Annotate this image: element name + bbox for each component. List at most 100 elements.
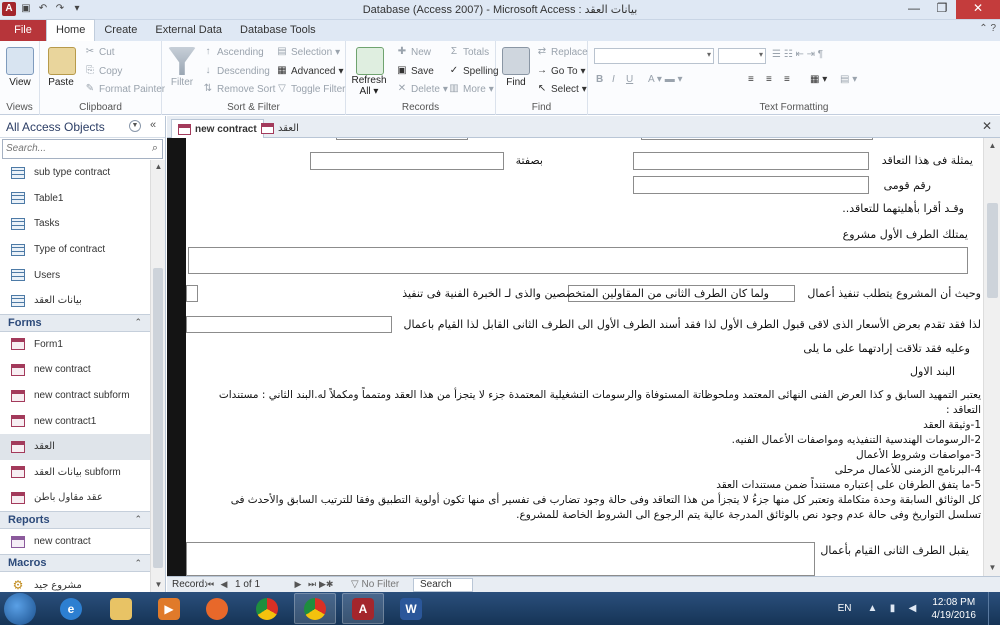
previous-record-icon[interactable]: ◀ [217, 579, 231, 590]
explorer-taskbar-button[interactable] [100, 593, 142, 624]
scroll-up-arrow-icon[interactable]: ▲ [151, 160, 166, 174]
advanced-button[interactable]: ▦ Advanced ▾ [276, 65, 343, 77]
chrome-taskbar-button[interactable] [246, 593, 288, 624]
descending-button[interactable]: ↓ Descending [202, 65, 270, 77]
bullets-icon[interactable]: ☰ ☷ ⇤ ⇥ ¶ [772, 49, 823, 60]
representative-field[interactable] [633, 152, 869, 170]
align-center-icon[interactable]: ≡ [766, 74, 772, 85]
form-scroll-thumb[interactable] [987, 203, 998, 298]
network-icon[interactable]: ▮ [886, 603, 900, 614]
no-filter-indicator[interactable]: ▽ No Filter [333, 579, 403, 590]
ie-taskbar-button[interactable]: e [50, 593, 92, 624]
font-size-dropdown[interactable]: ▾ [718, 48, 766, 64]
font-name-dropdown[interactable]: ▾ [594, 48, 714, 64]
nav-table-item[interactable]: sub type contract [0, 160, 150, 186]
nav-table-item[interactable]: Users [0, 262, 150, 288]
nav-table-item[interactable]: Type of contract [0, 237, 150, 263]
partial-field-box[interactable] [336, 138, 468, 140]
nav-section-forms[interactable]: Forms ⌃ [0, 313, 150, 332]
nav-scrollbar[interactable]: ▲ ▼ [150, 160, 165, 592]
show-desktop-button[interactable] [988, 592, 1000, 625]
find-button[interactable]: Find [496, 77, 536, 88]
nav-table-item[interactable]: بيانات العقد [0, 288, 150, 314]
new-record-button[interactable]: ✚ New [396, 46, 431, 58]
nav-section-macros[interactable]: Macros ⌃ [0, 554, 150, 573]
nav-collapse-icon[interactable]: « [150, 119, 156, 131]
nav-title[interactable]: All Access Objects [6, 120, 105, 134]
record-position[interactable]: 1 of 1 [231, 579, 291, 590]
new-record-icon[interactable]: ▶✱ [319, 579, 333, 590]
nav-form-item[interactable]: new contract [0, 357, 150, 383]
tab-file[interactable]: File [0, 20, 46, 41]
tab-home[interactable]: Home [46, 19, 96, 41]
more-button[interactable]: ▥ More ▾ [448, 83, 494, 95]
nav-form-item-selected[interactable]: العقد [0, 433, 150, 460]
partial-field-box[interactable] [641, 138, 873, 140]
chrome-running-taskbar-button[interactable] [294, 593, 336, 624]
scroll-down-arrow-icon[interactable]: ▼ [151, 578, 166, 592]
scroll-down-arrow-icon[interactable]: ▼ [984, 560, 1000, 576]
access-taskbar-button[interactable]: A [342, 593, 384, 624]
select-button[interactable]: ↖ Select ▾ [536, 83, 587, 95]
minimize-button[interactable]: — [900, 0, 928, 19]
background-color-icon[interactable]: ▤ ▾ [840, 74, 857, 85]
italic-icon[interactable]: I [612, 74, 615, 85]
nav-form-item[interactable]: عقد مقاول باطن [0, 485, 150, 511]
selection-button[interactable]: ▤ Selection ▾ [276, 46, 340, 58]
align-left-icon[interactable]: ≡ [748, 74, 754, 85]
assigned-works-field[interactable] [186, 316, 392, 333]
delete-record-button[interactable]: ✕ Delete ▾ [396, 83, 448, 95]
ribbon-minimize-help[interactable]: ⌃ ? [979, 23, 996, 34]
refresh-all-button[interactable]: Refresh All ▾ [346, 75, 392, 97]
word-taskbar-button[interactable]: W [390, 593, 432, 624]
save-record-button[interactable]: ▣ Save [396, 65, 434, 77]
close-button[interactable]: ✕ [956, 0, 1000, 19]
project-description-field[interactable] [188, 247, 968, 274]
filter-button[interactable]: Filter [162, 77, 202, 88]
maximize-button[interactable]: ❐ [928, 0, 956, 19]
nav-section-reports[interactable]: Reports ⌃ [0, 510, 150, 529]
align-right-icon[interactable]: ≡ [784, 74, 790, 85]
nav-menu-chevron-icon[interactable]: ▼ [129, 120, 141, 132]
clock[interactable]: 12:08 PM 4/19/2016 [932, 596, 977, 622]
cut-button[interactable]: ✂ Cut [84, 46, 115, 58]
nav-form-item[interactable]: new contract subform [0, 383, 150, 409]
record-selector[interactable] [167, 138, 186, 576]
form-vertical-scrollbar[interactable]: ▲ ▼ [983, 138, 1000, 576]
format-painter-button[interactable]: ✎ Format Painter [84, 83, 165, 95]
spelling-button[interactable]: ✓ Spelling [448, 65, 499, 77]
nav-form-item[interactable]: بيانات العقد subform [0, 460, 150, 486]
first-record-icon[interactable]: ⏮ [203, 579, 217, 590]
bold-icon[interactable]: B [596, 74, 603, 85]
nav-form-item[interactable]: new contract1 [0, 408, 150, 434]
copy-button[interactable]: ⎘ Copy [84, 65, 122, 77]
nav-macro-item[interactable]: ⚙ مشروع جيد [0, 572, 150, 592]
scroll-up-arrow-icon[interactable]: ▲ [984, 138, 1000, 154]
tab-create[interactable]: Create [95, 20, 146, 41]
toggle-filter-button[interactable]: ▽ Toggle Filter [276, 83, 345, 95]
nav-scroll-thumb[interactable] [153, 268, 163, 568]
remove-sort-button[interactable]: ⇅ Remove Sort [202, 83, 276, 95]
capacity-field[interactable] [310, 152, 504, 170]
volume-icon[interactable]: ◀ [906, 603, 920, 614]
language-indicator[interactable]: EN [838, 603, 852, 614]
next-record-icon[interactable]: ▶ [291, 579, 305, 590]
nav-search-input[interactable] [3, 140, 131, 157]
tray-expand-icon[interactable]: ▲ [866, 603, 880, 614]
doc-tab-new-contract[interactable]: new contract [171, 119, 264, 138]
firefox-taskbar-button[interactable] [196, 593, 238, 624]
totals-button[interactable]: Σ Totals [448, 46, 489, 58]
nav-table-item[interactable]: Tasks [0, 211, 150, 237]
tab-database-tools[interactable]: Database Tools [231, 20, 325, 41]
last-record-icon[interactable]: ⏭ [305, 579, 319, 590]
close-document-icon[interactable]: ✕ [982, 119, 992, 133]
ascending-button[interactable]: ↑ Ascending [202, 46, 264, 58]
nav-report-item[interactable]: new contract [0, 529, 150, 555]
underline-icon[interactable]: U [626, 74, 633, 85]
gridlines-icon[interactable]: ▦ ▾ [810, 74, 827, 85]
media-player-taskbar-button[interactable]: ▶ [148, 593, 190, 624]
accepted-works-field[interactable] [186, 542, 815, 576]
search-icon[interactable]: ⌕ [152, 142, 158, 155]
record-search-input[interactable]: Search [413, 577, 473, 592]
nav-table-item[interactable]: Table1 [0, 186, 150, 212]
